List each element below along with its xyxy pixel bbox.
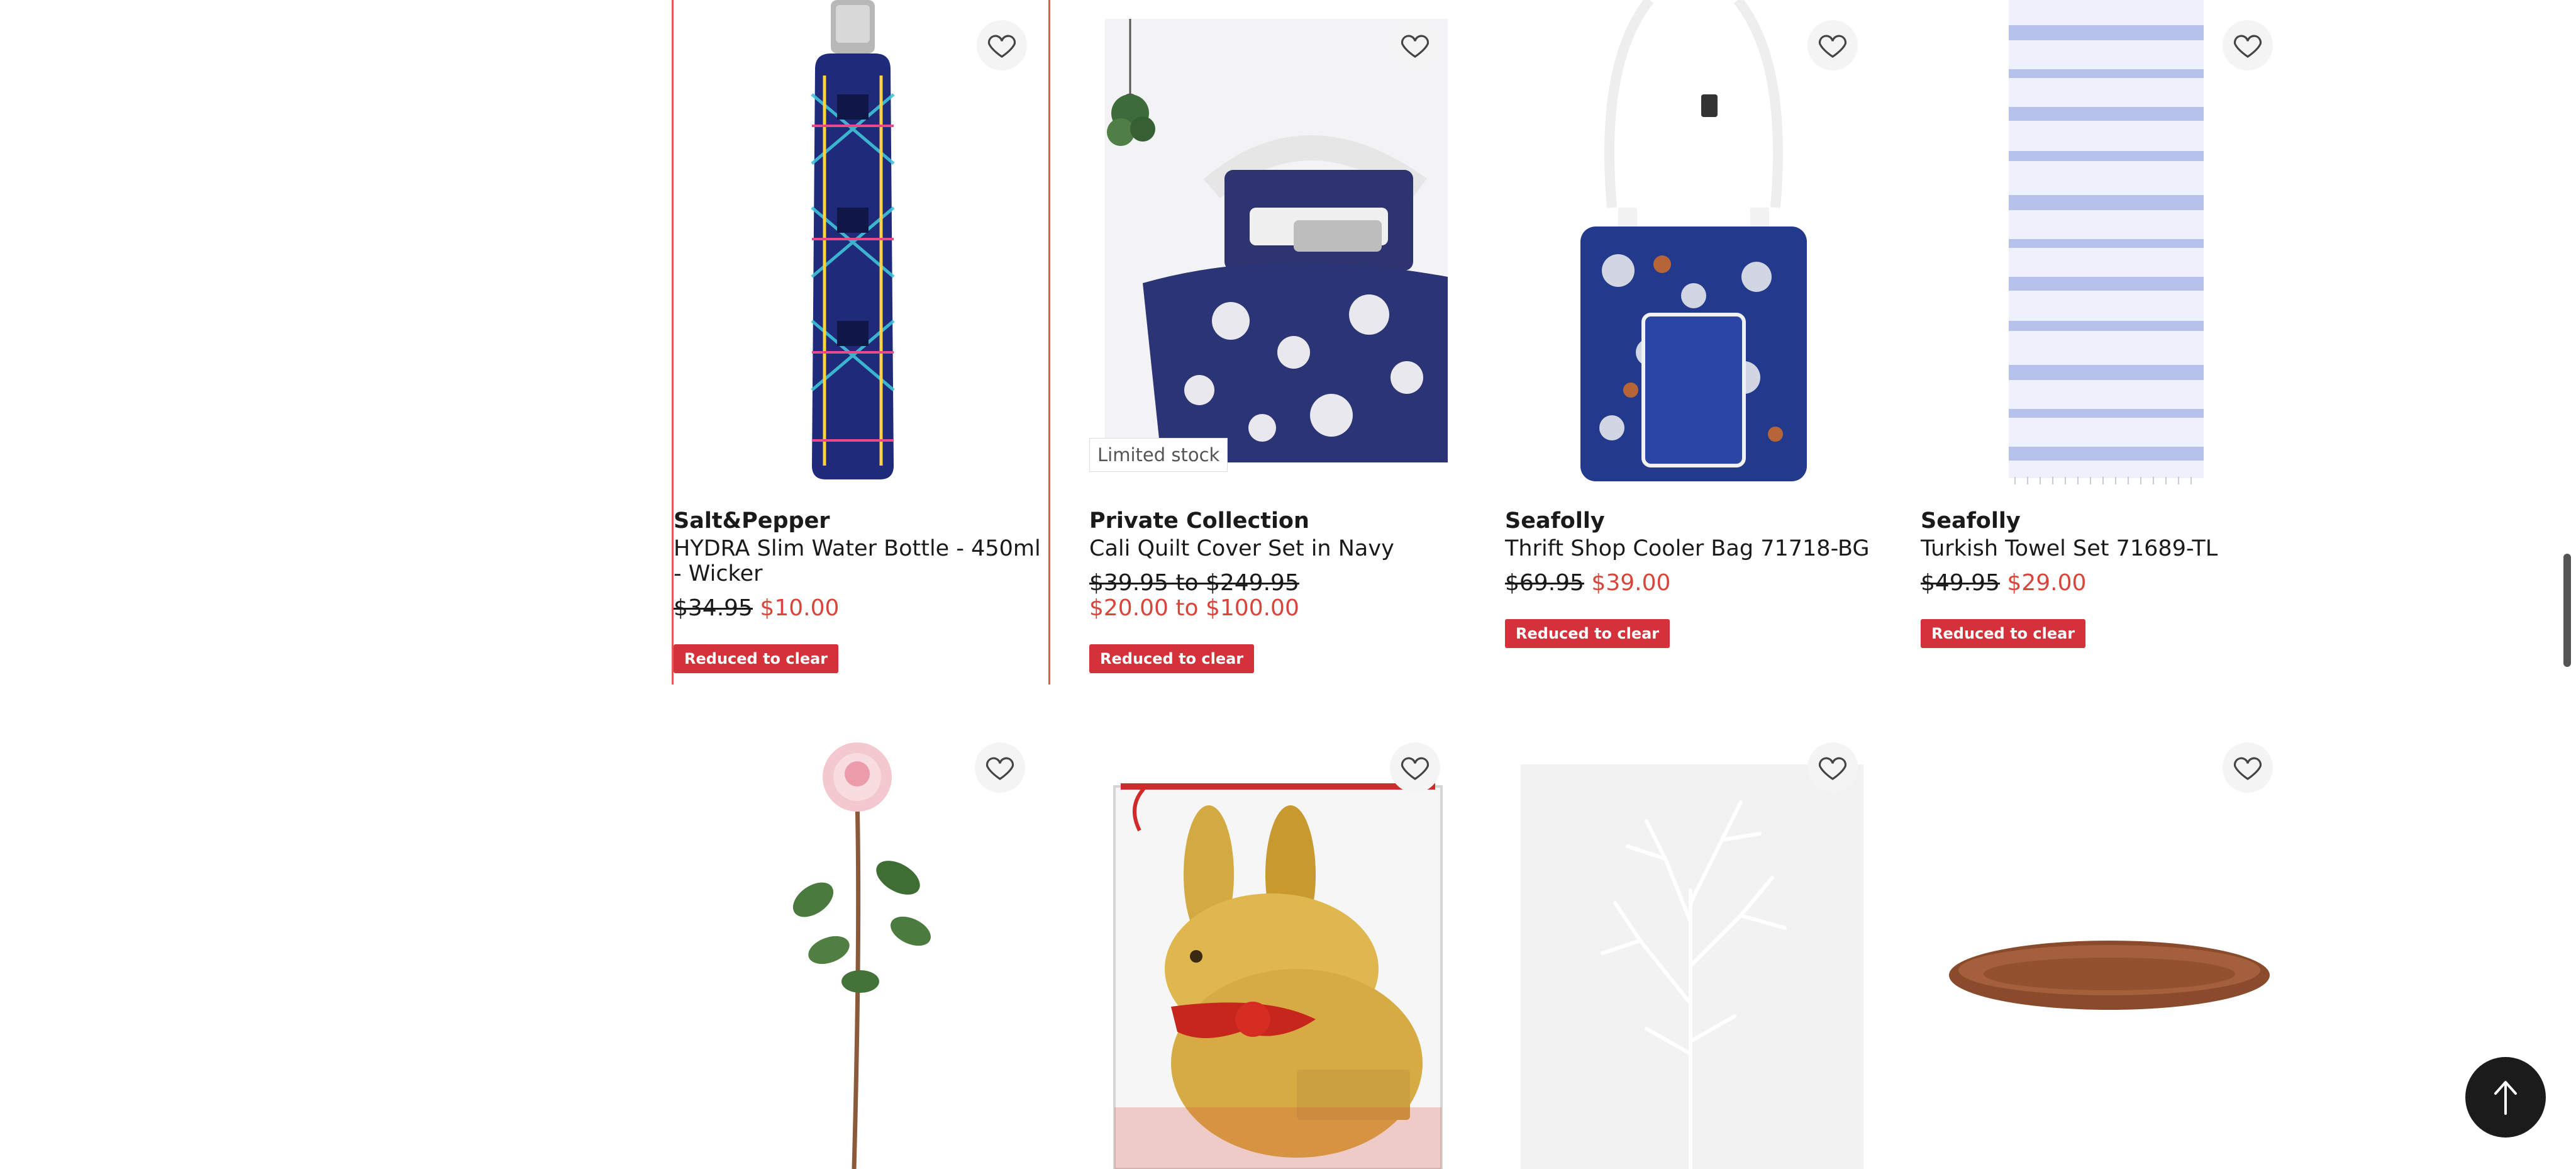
status-badge: Reduced to clear bbox=[1921, 619, 2086, 648]
product-card[interactable] bbox=[1921, 742, 2296, 1169]
heart-outline-icon bbox=[1401, 757, 1430, 780]
sale-price: $39.00 bbox=[1591, 570, 1671, 596]
arrow-up-icon bbox=[2494, 1081, 2517, 1115]
wishlist-button[interactable] bbox=[1807, 742, 1858, 793]
status-badge: Reduced to clear bbox=[1089, 644, 1255, 673]
original-price: $69.95 bbox=[1505, 570, 1584, 596]
product-brand[interactable]: Seafolly bbox=[1921, 508, 2021, 534]
heart-outline-icon bbox=[1401, 35, 1430, 58]
heart-outline-icon bbox=[2233, 757, 2262, 780]
wishlist-button[interactable] bbox=[977, 20, 1027, 70]
product-listing-page: Salt&Pepper HYDRA Slim Water Bottle - 45… bbox=[0, 0, 2576, 1169]
product-image[interactable] bbox=[2002, 0, 2210, 484]
product-image[interactable] bbox=[1521, 764, 1863, 1169]
product-card[interactable]: Seafolly Thrift Shop Cooler Bag 71718-BG… bbox=[1505, 0, 1880, 685]
product-image[interactable] bbox=[1108, 780, 1448, 1169]
product-card[interactable] bbox=[1089, 742, 1464, 1169]
product-image[interactable] bbox=[753, 742, 961, 1169]
price-line: $34.95 $10.00 bbox=[674, 595, 839, 621]
product-image[interactable] bbox=[1105, 19, 1448, 462]
product-image[interactable] bbox=[1555, 0, 1832, 484]
sale-price: $29.00 bbox=[2007, 570, 2087, 596]
wishlist-button[interactable] bbox=[1390, 20, 1440, 70]
stock-label: Limited stock bbox=[1089, 438, 1228, 472]
product-card[interactable]: Seafolly Turkish Towel Set 71689-TL $49.… bbox=[1921, 0, 2296, 685]
wishlist-button[interactable] bbox=[2223, 742, 2273, 793]
heart-outline-icon bbox=[985, 757, 1014, 780]
wishlist-button[interactable] bbox=[1390, 742, 1440, 793]
price-line: $69.95 $39.00 bbox=[1505, 570, 1670, 596]
heart-outline-icon bbox=[2233, 35, 2262, 58]
scrollbar-thumb[interactable] bbox=[2563, 554, 2571, 667]
product-card[interactable]: Limited stock Private Collection Cali Qu… bbox=[1089, 0, 1464, 685]
status-badge: Reduced to clear bbox=[1505, 619, 1670, 648]
original-price-text: $39.95 to $249.95 bbox=[1089, 570, 1299, 596]
price-line: $49.95 $29.00 bbox=[1921, 570, 2086, 596]
product-name[interactable]: HYDRA Slim Water Bottle - 450ml - Wicker bbox=[674, 536, 1045, 586]
back-to-top-button[interactable] bbox=[2465, 1057, 2546, 1138]
product-card[interactable] bbox=[1505, 742, 1880, 1169]
original-price: $49.95 bbox=[1921, 570, 2000, 596]
heart-outline-icon bbox=[1818, 35, 1847, 58]
status-badge: Reduced to clear bbox=[674, 644, 839, 673]
product-card[interactable]: Salt&Pepper HYDRA Slim Water Bottle - 45… bbox=[672, 0, 1050, 685]
original-price: $39.95 to $249.95 bbox=[1089, 570, 1299, 596]
product-image[interactable] bbox=[1946, 931, 2273, 1032]
product-brand[interactable]: Seafolly bbox=[1505, 508, 1605, 534]
product-name[interactable]: Turkish Towel Set 71689-TL bbox=[1921, 536, 2292, 561]
product-image[interactable] bbox=[787, 0, 919, 481]
original-price: $34.95 bbox=[674, 595, 753, 621]
sale-price: $20.00 to $100.00 bbox=[1089, 595, 1299, 621]
heart-outline-icon bbox=[987, 35, 1016, 58]
sale-price-text: $20.00 to $100.00 bbox=[1089, 595, 1299, 621]
product-name[interactable]: Cali Quilt Cover Set in Navy bbox=[1089, 536, 1460, 561]
product-brand[interactable]: Salt&Pepper bbox=[674, 508, 830, 534]
product-brand[interactable]: Private Collection bbox=[1089, 508, 1309, 534]
wishlist-button[interactable] bbox=[1807, 20, 1858, 70]
wishlist-button[interactable] bbox=[2223, 20, 2273, 70]
wishlist-button[interactable] bbox=[975, 742, 1025, 793]
product-card[interactable] bbox=[672, 742, 1046, 1169]
product-name[interactable]: Thrift Shop Cooler Bag 71718-BG bbox=[1505, 536, 1876, 561]
sale-price: $10.00 bbox=[760, 595, 840, 621]
heart-outline-icon bbox=[1818, 757, 1847, 780]
